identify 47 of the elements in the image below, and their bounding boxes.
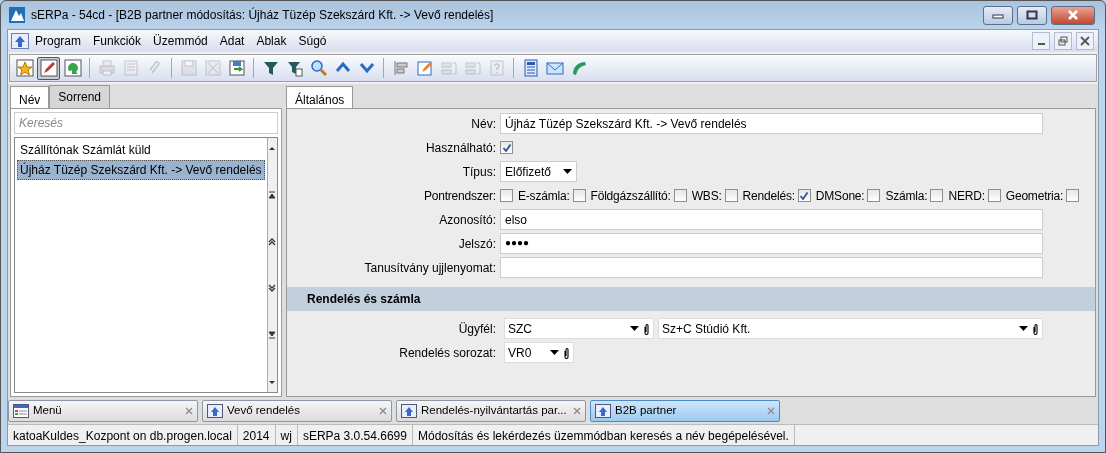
status-text: wj bbox=[275, 425, 298, 445]
field-label: WBS: bbox=[691, 187, 722, 205]
tab[interactable]: Név bbox=[10, 86, 50, 108]
field-label: Rendelés sorozat: bbox=[398, 344, 497, 362]
status-text: sERPa 3.0.54.6699 bbox=[297, 425, 413, 445]
input-field[interactable]: Újház Tüzép Szekszárd Kft. -> Vevő rendelés bbox=[500, 113, 1043, 134]
search-field[interactable]: Keresés bbox=[14, 112, 278, 134]
window-tab[interactable]: Menü bbox=[8, 400, 198, 422]
field-label: Név: bbox=[470, 115, 497, 133]
section-header: Rendelés és számla bbox=[287, 287, 1095, 311]
password-field[interactable]: ●●●● bbox=[500, 233, 1043, 254]
status-text: katoaKuldes_Kozpont on db.progen.local bbox=[8, 425, 238, 445]
menu-item[interactable]: Súgó bbox=[292, 32, 333, 50]
status-text: 2014 bbox=[237, 425, 276, 445]
menu-item[interactable]: Üzemmód bbox=[147, 32, 214, 50]
field-label: Használható: bbox=[424, 139, 497, 157]
list-item[interactable]: Újház Tüzép Szekszárd Kft. -> Vevő rendelés bbox=[17, 160, 265, 180]
menu-item[interactable]: Adat bbox=[213, 32, 251, 50]
field-label: Jelszó: bbox=[457, 235, 497, 253]
field-label: DMSone: bbox=[815, 187, 865, 205]
menu-item[interactable]: Program bbox=[29, 32, 87, 50]
field-label: Tanusítvány ujjlenyomat: bbox=[363, 259, 497, 277]
list-item[interactable]: Szállítónak Számlát küld bbox=[17, 140, 265, 160]
input-field[interactable]: elso bbox=[500, 209, 1043, 230]
field-label: E-számla: bbox=[518, 187, 570, 205]
combo-box[interactable]: VR0 bbox=[504, 342, 574, 363]
menu-item[interactable]: Funkciók bbox=[87, 32, 148, 50]
window-tab[interactable]: Vevő rendelés bbox=[202, 400, 392, 422]
combo-box[interactable]: Sz+C Stúdió Kft. bbox=[658, 318, 1043, 339]
field-label: Rendelés: bbox=[742, 187, 795, 205]
window-tab[interactable]: B2B partner bbox=[590, 400, 780, 422]
field-label: NERD: bbox=[948, 187, 985, 205]
field-label: Számla: bbox=[885, 187, 928, 205]
combo-box[interactable]: SZC bbox=[504, 318, 654, 339]
window-tab[interactable]: Rendelés-nyilvántartás par... bbox=[396, 400, 586, 422]
field-label: Típus: bbox=[461, 163, 497, 181]
dropdown[interactable]: Előfizető bbox=[500, 161, 577, 182]
field-label: Ügyfél: bbox=[457, 320, 497, 338]
menu-item[interactable]: Ablak bbox=[250, 32, 293, 50]
tab[interactable]: Általános bbox=[286, 86, 354, 108]
tab[interactable]: Sorrend bbox=[49, 85, 111, 108]
field-label: Azonosító: bbox=[438, 211, 497, 229]
field-label: Geometria: bbox=[1005, 187, 1064, 205]
window-title: sERPa - 54cd - [B2B partner módosítás: Újház Tüzép Szekszárd Kft. -> Vevő rendelés] bbox=[31, 6, 495, 24]
field-label: Pontrendszer: bbox=[422, 187, 497, 205]
status-text: Módosítás és lekérdezés üzemmódban keresés a név begépelésével. bbox=[412, 425, 795, 445]
field-label: Földgázszállító: bbox=[590, 187, 671, 205]
